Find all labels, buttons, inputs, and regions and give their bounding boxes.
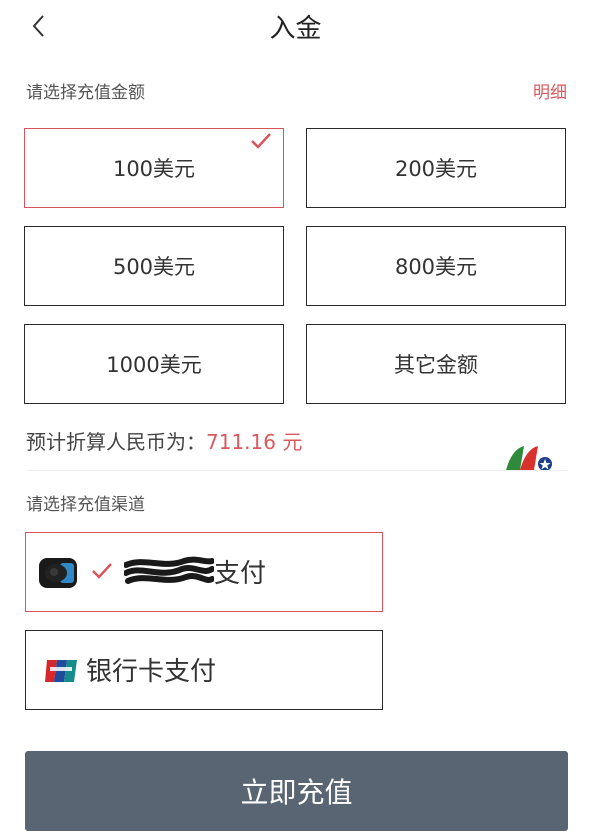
estimate-value: 711.16 元 [206,430,303,454]
amount-option-100[interactable]: 100美元 [24,128,284,208]
detail-link[interactable]: 明细 [533,78,567,103]
page-title: 入金 [269,14,322,44]
estimate-prefix: 预计折算人民币为： [26,430,206,454]
amount-option-1000[interactable]: 1000美元 [24,324,284,404]
amount-section-label: 请选择充值金额 [26,83,145,103]
section-divider [26,470,567,471]
brand-logo-icon [506,446,552,471]
channel-label: 银行卡支付 [86,657,217,687]
amount-option-500[interactable]: 500美元 [24,226,284,306]
unionpay-icon [45,660,77,682]
amount-option-200[interactable]: 200美元 [306,128,566,208]
amount-option-other[interactable]: 其它金额 [306,324,566,404]
wallet-icon [39,558,77,588]
selected-check-icon [92,563,112,579]
amount-option-label: 100美元 [112,157,196,181]
amount-option-label: 800美元 [394,255,478,279]
amount-option-label: 500美元 [112,255,196,279]
amount-option-label: 1000美元 [106,353,202,377]
channel-label: 支付 [214,559,267,589]
channel-option-wallet[interactable]: 支付 [25,532,383,612]
amount-option-label: 200美元 [394,157,478,181]
amount-option-800[interactable]: 800美元 [306,226,566,306]
submit-recharge-button[interactable]: 立即充值 [25,751,568,831]
channel-section-label: 请选择充值渠道 [26,495,145,515]
rmb-estimate: 预计折算人民币为：711.16 元 [26,426,302,455]
header-bar: 入金 [0,0,591,52]
selected-check-icon [251,133,271,149]
redaction-scribble [124,556,214,584]
amount-option-label: 其它金额 [394,353,478,377]
channel-option-bankcard[interactable]: 银行卡支付 [25,630,383,710]
